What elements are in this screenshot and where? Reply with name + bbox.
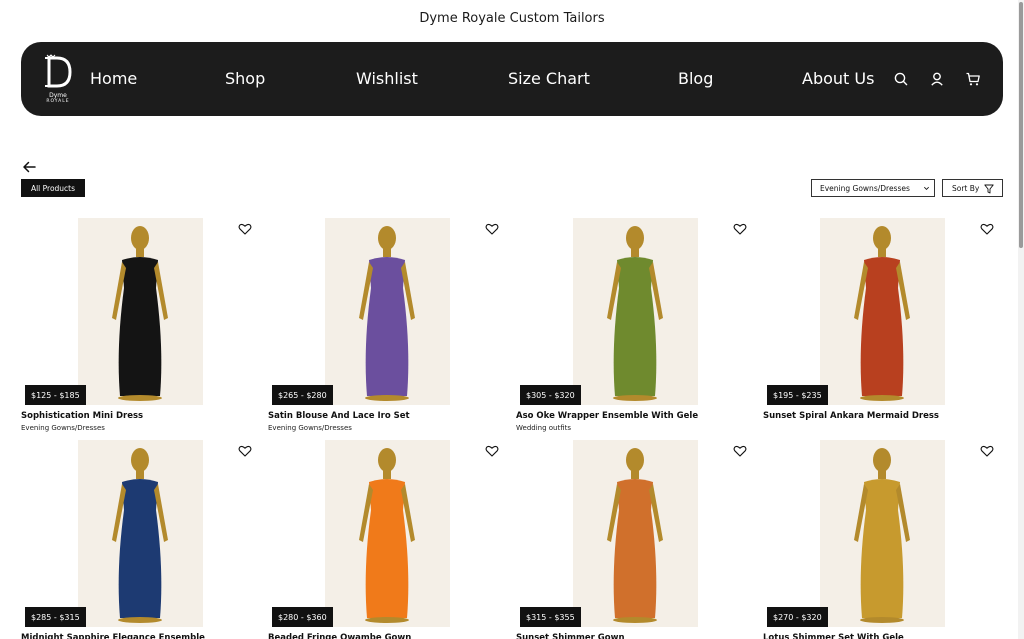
logo-monogram-icon bbox=[45, 54, 72, 88]
scrollbar-thumb[interactable] bbox=[1019, 2, 1023, 248]
price-badge: $305 - $320 bbox=[520, 385, 581, 405]
product-name[interactable]: Lotus Shimmer Set With Gele bbox=[763, 633, 904, 639]
heart-icon[interactable] bbox=[238, 222, 252, 236]
price-badge: $285 - $315 bbox=[25, 607, 86, 627]
product-name[interactable]: Satin Blouse And Lace Iro Set bbox=[268, 411, 410, 421]
heart-icon[interactable] bbox=[485, 222, 499, 236]
site-title: Dyme Royale Custom Tailors bbox=[419, 10, 605, 26]
product-image[interactable] bbox=[820, 218, 945, 405]
product-image[interactable] bbox=[325, 218, 450, 405]
price-badge: $265 - $280 bbox=[272, 385, 333, 405]
filter-icon bbox=[984, 184, 994, 194]
logo-text-secondary: ROYALE bbox=[46, 99, 70, 104]
brand-logo[interactable]: Dyme ROYALE bbox=[43, 54, 93, 106]
product-image[interactable] bbox=[820, 440, 945, 627]
product-image[interactable] bbox=[78, 440, 203, 627]
product-category: Evening Gowns/Dresses bbox=[21, 424, 105, 432]
sort-by-button[interactable]: Sort By bbox=[942, 179, 1003, 197]
all-products-button[interactable]: All Products bbox=[21, 179, 85, 197]
product-image[interactable] bbox=[573, 218, 698, 405]
mannequin-figure bbox=[325, 440, 450, 627]
nav-wishlist[interactable]: Wishlist bbox=[356, 68, 418, 90]
price-badge: $270 - $320 bbox=[767, 607, 828, 627]
product-name[interactable]: Beaded Fringe Owambe Gown bbox=[268, 633, 411, 639]
product-card[interactable]: $195 - $235 Sunset Spiral Ankara Mermaid … bbox=[763, 218, 999, 438]
product-name[interactable]: Sophistication Mini Dress bbox=[21, 411, 143, 421]
product-name[interactable]: Sunset Shimmer Gown bbox=[516, 633, 625, 639]
product-card[interactable]: $285 - $315 Midnight Sapphire Elegance En… bbox=[21, 440, 257, 639]
heart-icon[interactable] bbox=[485, 444, 499, 458]
price-badge: $125 - $185 bbox=[25, 385, 86, 405]
user-icon[interactable] bbox=[929, 71, 945, 87]
product-card[interactable]: $125 - $185 Sophistication Mini Dress Even… bbox=[21, 218, 257, 438]
category-select[interactable]: Evening Gowns/Dresses bbox=[811, 179, 935, 197]
product-image[interactable] bbox=[573, 440, 698, 627]
nav-home[interactable]: Home bbox=[90, 68, 137, 90]
heart-icon[interactable] bbox=[733, 444, 747, 458]
product-card[interactable]: $280 - $360 Beaded Fringe Owambe Gown bbox=[268, 440, 504, 639]
heart-icon[interactable] bbox=[980, 222, 994, 236]
product-name[interactable]: Sunset Spiral Ankara Mermaid Dress bbox=[763, 411, 939, 421]
category-select-value: Evening Gowns/Dresses bbox=[820, 183, 910, 193]
main-navbar: Dyme ROYALE Home Shop Wishlist Size Char… bbox=[21, 42, 1003, 116]
heart-icon[interactable] bbox=[238, 444, 252, 458]
product-name[interactable]: Midnight Sapphire Elegance Ensemble bbox=[21, 633, 205, 639]
product-card[interactable]: $265 - $280 Satin Blouse And Lace Iro Set… bbox=[268, 218, 504, 438]
nav-about-us[interactable]: About Us bbox=[802, 68, 874, 90]
chevron-down-icon bbox=[924, 186, 929, 190]
nav-shop[interactable]: Shop bbox=[225, 68, 265, 90]
price-badge: $195 - $235 bbox=[767, 385, 828, 405]
site-banner: Dyme Royale Custom Tailors bbox=[0, 0, 1024, 36]
heart-icon[interactable] bbox=[980, 444, 994, 458]
product-card[interactable]: $305 - $320 Aso Oke Wrapper Ensemble With… bbox=[516, 218, 752, 438]
mannequin-figure bbox=[573, 218, 698, 405]
mannequin-figure bbox=[78, 218, 203, 405]
product-card[interactable]: $315 - $355 Sunset Shimmer Gown bbox=[516, 440, 752, 639]
mannequin-figure bbox=[820, 440, 945, 627]
nav-blog[interactable]: Blog bbox=[678, 68, 713, 90]
mannequin-figure bbox=[820, 218, 945, 405]
page-scrollbar[interactable] bbox=[1018, 0, 1024, 639]
product-name[interactable]: Aso Oke Wrapper Ensemble With Gele bbox=[516, 411, 698, 421]
cart-icon[interactable] bbox=[965, 71, 981, 87]
mannequin-figure bbox=[78, 440, 203, 627]
back-arrow-icon[interactable] bbox=[21, 159, 37, 175]
product-image[interactable] bbox=[325, 440, 450, 627]
logo-text-primary: Dyme bbox=[49, 92, 67, 99]
product-card[interactable]: $270 - $320 Lotus Shimmer Set With Gele bbox=[763, 440, 999, 639]
product-category: Evening Gowns/Dresses bbox=[268, 424, 352, 432]
product-image[interactable] bbox=[78, 218, 203, 405]
mannequin-figure bbox=[325, 218, 450, 405]
search-icon[interactable] bbox=[893, 71, 909, 87]
nav-size-chart[interactable]: Size Chart bbox=[508, 68, 590, 90]
mannequin-figure bbox=[573, 440, 698, 627]
price-badge: $315 - $355 bbox=[520, 607, 581, 627]
price-badge: $280 - $360 bbox=[272, 607, 333, 627]
sort-by-label: Sort By bbox=[952, 183, 980, 193]
heart-icon[interactable] bbox=[733, 222, 747, 236]
product-category: Wedding outfits bbox=[516, 424, 572, 432]
